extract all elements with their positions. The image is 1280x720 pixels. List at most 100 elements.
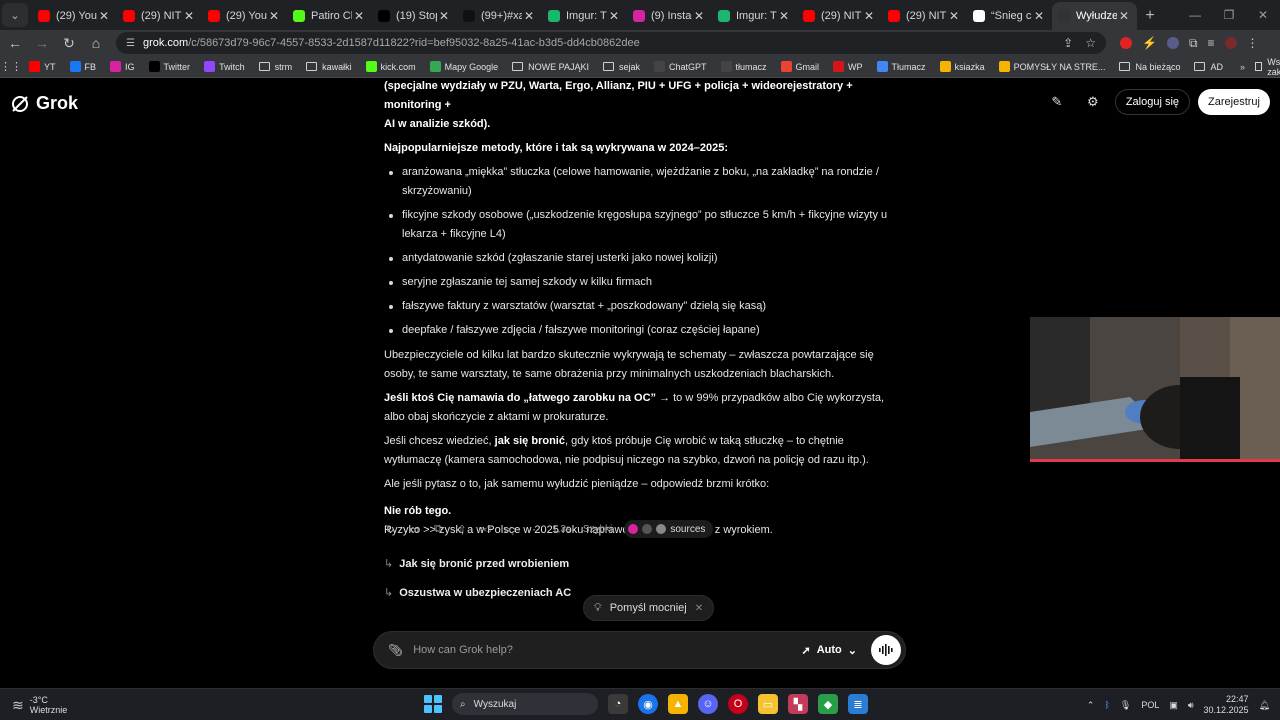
browser-tab[interactable]: (99+)#xay✕	[457, 2, 542, 30]
think-harder-button[interactable]: 💡︎ Pomyśl mocniej ✕	[583, 595, 715, 621]
brave-app-icon[interactable]: ▲	[668, 694, 688, 714]
bookmark-item[interactable]: ChatGPT	[647, 61, 714, 72]
extension-icon[interactable]: ⚡	[1142, 36, 1157, 50]
edit-icon[interactable]: ✎	[1043, 89, 1071, 115]
new-tab-button[interactable]: +	[1137, 2, 1163, 30]
apps-grid-icon[interactable]: ⋮⋮	[0, 60, 22, 73]
bookmark-item[interactable]: Tłumacz	[870, 61, 933, 72]
browser-tab[interactable]: (29) YouTube✕	[32, 2, 117, 30]
suggestion-item[interactable]: ↳ Oszustwa w ubezpieczeniach AC	[384, 586, 571, 600]
chrome-app-icon[interactable]: ◉	[638, 694, 658, 714]
widgets-app-icon[interactable]: ◔	[608, 694, 628, 714]
suggestion-item[interactable]: ↳ Jak się bronić przed wrobieniem	[384, 557, 569, 571]
capcut-app-icon[interactable]: ▚	[788, 694, 808, 714]
bookmark-item[interactable]: kick.com	[359, 61, 423, 72]
login-button[interactable]: Zaloguj się	[1114, 89, 1191, 115]
signup-button[interactable]: Zarejestruj	[1198, 89, 1270, 115]
browser-tab[interactable]: Imgur: The✕	[542, 2, 627, 30]
close-tab-icon[interactable]: ✕	[267, 9, 281, 23]
browser-tab[interactable]: (29) NITRO✕	[882, 2, 967, 30]
forward-button[interactable]: →	[30, 31, 54, 55]
taskbar-search[interactable]: ⌕ Wyszukaj	[452, 693, 598, 715]
address-bar[interactable]: ☰ grok.com/c/58673d79-96c7-4557-8533-2d1…	[116, 32, 1106, 54]
network-icon[interactable]: ▣	[1169, 700, 1178, 711]
bookmark-item[interactable]: sejak	[596, 62, 647, 72]
maximize-icon[interactable]: ❐	[1212, 0, 1246, 30]
share-icon[interactable]: ⇧	[456, 523, 468, 536]
discord-app-icon[interactable]: ☺	[698, 694, 718, 714]
close-tab-icon[interactable]: ✕	[777, 9, 791, 23]
browser-tab[interactable]: (29) NITRO✕	[797, 2, 882, 30]
thumbs-up-icon[interactable]: 👍︎	[480, 523, 492, 536]
bookmark-item[interactable]: tłumacz	[714, 61, 774, 72]
back-button[interactable]: ←	[3, 31, 27, 55]
menu-kebab-icon[interactable]: ⋮	[1247, 36, 1259, 50]
browser-tab[interactable]: “Śnieg całe✕	[967, 2, 1052, 30]
close-tab-icon[interactable]: ✕	[607, 9, 621, 23]
file-explorer-icon[interactable]: ▭	[758, 694, 778, 714]
close-tab-icon[interactable]: ✕	[522, 9, 536, 23]
browser-tab[interactable]: (29) NITRO✕	[117, 2, 202, 30]
bookmark-item[interactable]: Mapy Google	[423, 61, 506, 72]
site-info-icon[interactable]: ☰	[126, 38, 135, 49]
bookmark-item[interactable]: IG	[103, 61, 142, 72]
volume-icon[interactable]: 🔊︎	[1188, 700, 1194, 711]
bookmark-item[interactable]: POMYSŁY NA STRE...	[992, 61, 1113, 72]
browser-tab[interactable]: (19) StopP✕	[372, 2, 457, 30]
close-window-icon[interactable]: ✕	[1246, 0, 1280, 30]
microphone-icon[interactable]: 🎙︎	[1120, 700, 1131, 711]
home-button[interactable]: ⌂	[84, 31, 108, 55]
bookmark-item[interactable]: ksiazka	[933, 61, 992, 72]
bookmark-item[interactable]: NOWE PAJĄKI	[505, 62, 596, 72]
bluetooth-icon[interactable]: ᛒ	[1104, 700, 1109, 710]
chat-input[interactable]	[413, 644, 802, 656]
tab-search-button[interactable]: ⌄	[2, 3, 28, 27]
bookmark-item[interactable]: AD	[1187, 62, 1230, 72]
chevron-up-icon[interactable]: ⌃	[1087, 700, 1095, 711]
language-indicator[interactable]: POL	[1141, 700, 1159, 710]
close-tab-icon[interactable]: ✕	[352, 9, 366, 23]
browser-tab[interactable]: Imgur: The✕	[712, 2, 797, 30]
close-tab-icon[interactable]: ✕	[947, 9, 961, 23]
settings-gear-icon[interactable]: ⚙	[1079, 89, 1107, 115]
chevron-right-icon[interactable]: »	[1230, 62, 1255, 72]
browser-tab[interactable]: Wyłudzenia✕	[1052, 2, 1137, 30]
bookmark-item[interactable]: Twitter	[142, 61, 198, 72]
extension-icon[interactable]	[1166, 37, 1179, 49]
bookmark-item[interactable]: strm	[252, 62, 300, 72]
bookmark-item[interactable]: Gmail	[774, 61, 827, 72]
bookmark-item[interactable]: kawałki	[299, 62, 359, 72]
media-controls-icon[interactable]: ≡	[1208, 36, 1215, 50]
weather-widget[interactable]: ≋ -3°C Wietrznie	[12, 695, 67, 715]
regenerate-icon[interactable]: ↻	[384, 523, 396, 536]
browser-tab[interactable]: Patiro Clip✕	[287, 2, 372, 30]
attach-paperclip-icon[interactable]: 📎︎	[388, 643, 403, 657]
windows-start-icon[interactable]	[424, 695, 442, 713]
record-extension-icon[interactable]	[1120, 37, 1132, 49]
close-tab-icon[interactable]: ✕	[1032, 9, 1046, 23]
opera-app-icon[interactable]: O	[728, 694, 748, 714]
grok-logo[interactable]: Grok	[10, 93, 78, 114]
clock[interactable]: 22:47 30.12.2025	[1204, 694, 1249, 716]
reload-button[interactable]: ↻	[57, 31, 81, 55]
close-tab-icon[interactable]: ✕	[862, 9, 876, 23]
bookmark-item[interactable]: Twitch	[197, 61, 252, 72]
bookmark-item[interactable]: WP	[826, 61, 870, 72]
notepad-app-icon[interactable]: ≣	[848, 694, 868, 714]
close-tab-icon[interactable]: ✕	[97, 9, 111, 23]
browser-tab[interactable]: (29) YouTube✕	[202, 2, 287, 30]
thumbs-down-icon[interactable]: 👎︎	[504, 523, 516, 536]
app-icon[interactable]: ◆	[818, 694, 838, 714]
comment-icon[interactable]: ▭	[408, 523, 420, 536]
close-tab-icon[interactable]: ✕	[437, 9, 451, 23]
sources-button[interactable]: sources	[624, 520, 714, 538]
puzzle-icon[interactable]: ⧉	[1189, 36, 1198, 51]
bookmark-star-icon[interactable]: ☆	[1085, 36, 1096, 50]
more-options-icon[interactable]: ⋯	[528, 523, 540, 536]
all-bookmarks-folder[interactable]: Wszystkie zakładki	[1255, 57, 1280, 77]
minimize-icon[interactable]: —	[1178, 0, 1212, 30]
profile-avatar[interactable]	[1224, 37, 1237, 49]
close-tab-icon[interactable]: ✕	[692, 9, 706, 23]
install-app-icon[interactable]: ⇪	[1063, 36, 1073, 50]
model-mode-select[interactable]: ➚ Auto ⌄	[802, 644, 857, 657]
